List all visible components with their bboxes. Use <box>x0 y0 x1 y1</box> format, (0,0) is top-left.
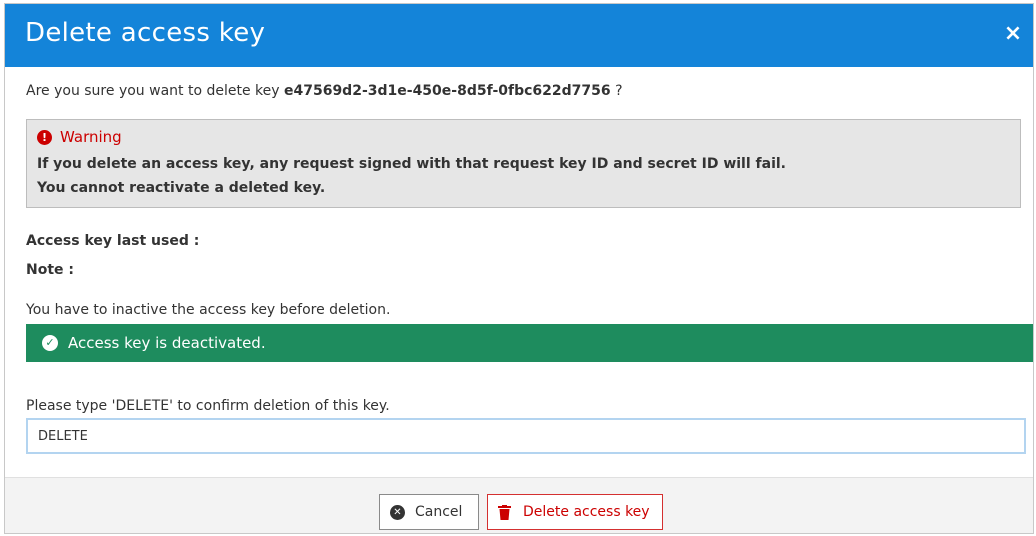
confirm-question: Are you sure you want to delete key e475… <box>26 83 623 99</box>
warning-line-2: You cannot reactivate a deleted key. <box>37 180 326 196</box>
cancel-button[interactable]: ✕ Cancel <box>379 494 479 530</box>
trash-icon <box>498 504 511 520</box>
close-icon[interactable]: × <box>1001 22 1025 46</box>
dialog-body: Are you sure you want to delete key e475… <box>5 67 1033 477</box>
times-circle-icon: ✕ <box>390 504 405 520</box>
dialog-footer: ✕ Cancel Delete access key <box>5 477 1033 533</box>
exclamation-circle-icon: ! <box>37 129 52 145</box>
warning-heading: ! Warning <box>37 128 1010 146</box>
delete-access-key-dialog: Delete access key × Are you sure you wan… <box>4 3 1034 534</box>
confirm-delete-input[interactable] <box>26 418 1026 454</box>
warning-box: ! Warning If you delete an access key, a… <box>26 119 1021 208</box>
confirm-prefix: Are you sure you want to delete key <box>26 83 280 99</box>
deactivated-status-text: Access key is deactivated. <box>68 334 266 352</box>
delete-label: Delete access key <box>523 504 650 520</box>
cancel-label: Cancel <box>415 504 463 520</box>
dialog-header: Delete access key × <box>5 4 1033 67</box>
confirm-input-prompt: Please type 'DELETE' to confirm deletion… <box>26 398 390 414</box>
check-circle-icon: ✓ <box>42 335 58 351</box>
deactivate-instruction: You have to inactive the access key befo… <box>26 302 391 318</box>
dialog-title: Delete access key <box>25 18 266 48</box>
delete-access-key-button[interactable]: Delete access key <box>487 494 663 530</box>
confirm-suffix: ? <box>615 83 623 99</box>
warning-line-1: If you delete an access key, any request… <box>37 156 786 172</box>
warning-title: Warning <box>60 128 122 146</box>
note-label: Note : <box>26 262 74 278</box>
last-used-label: Access key last used : <box>26 233 200 249</box>
deactivated-status-bar: ✓ Access key is deactivated. <box>26 324 1033 362</box>
key-id: e47569d2-3d1e-450e-8d5f-0fbc622d7756 <box>283 83 611 99</box>
